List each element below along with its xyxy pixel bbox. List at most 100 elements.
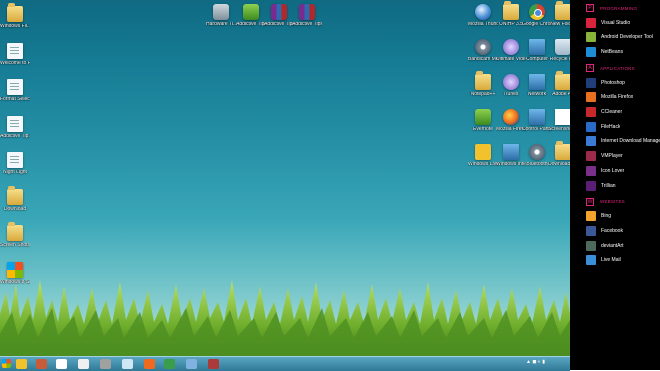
folder-icon xyxy=(7,222,23,241)
sidebar-item[interactable]: Visual Studio xyxy=(586,17,660,28)
desktop-shortcut[interactable]: Addictive Tips Wallpapers (1) xyxy=(264,4,294,28)
start-sidebar: P PROGRAMMING Visual Studio Android Develop… xyxy=(570,0,660,370)
shortcut-label: Evernote xyxy=(472,127,493,132)
shortcut-label: Addictive Tips Wallpapers (2) xyxy=(292,22,322,27)
sidebar-item[interactable]: VMPlayer xyxy=(586,151,660,162)
section-badge: W xyxy=(586,197,594,206)
desktop-shortcut[interactable]: Download Folder xyxy=(548,141,570,168)
sidebar-item[interactable]: FileHack xyxy=(586,121,660,132)
recycle-bin-icon xyxy=(555,39,570,55)
archive-icon xyxy=(243,4,259,20)
tool-icon xyxy=(213,4,229,20)
app-label: Mozilla Firefox xyxy=(601,94,634,101)
app-label: Visual Studio xyxy=(601,19,631,26)
desktop-shortcut[interactable]: Screenshot GB xyxy=(548,109,570,133)
taskbar-internet-button[interactable] xyxy=(186,359,197,369)
messenger-icon xyxy=(475,144,491,160)
desktop-shortcut[interactable]: Screen Shots GB xyxy=(0,222,30,249)
app-label: Photoshop xyxy=(601,79,625,86)
shortcut-label: Windows Fil... xyxy=(0,24,30,29)
taskbar-notepad-button[interactable] xyxy=(122,359,133,369)
desktop-shortcut[interactable]: Windows 8 Screen xyxy=(0,261,30,286)
app-icon xyxy=(586,107,596,117)
sidebar-item[interactable]: Mozilla Firefox xyxy=(586,92,660,103)
desktop-shortcut[interactable]: Notepad++ xyxy=(468,71,498,98)
section-badge: A xyxy=(586,64,594,73)
folder-icon xyxy=(475,71,491,90)
shortcut-label: Recycle Bin xyxy=(549,57,570,62)
app-icon xyxy=(586,255,596,266)
shortcut-label: Download xyxy=(3,206,27,212)
sidebar-item[interactable]: Live Mail xyxy=(586,255,660,266)
desktop-shortcut[interactable]: Addictive Tips Wallpapers (2) xyxy=(292,4,322,28)
shortcut-label: Hardware Ti... xyxy=(206,22,236,27)
document-icon xyxy=(7,115,23,132)
app-label: Internet Download Manage xyxy=(601,138,660,145)
desktop-shortcut[interactable]: Welcome to PowerPoint... xyxy=(0,42,30,67)
app-icon xyxy=(586,151,596,162)
app-icon xyxy=(586,46,596,57)
computer-icon xyxy=(503,144,519,160)
taskbar-library-button[interactable] xyxy=(36,359,47,369)
app-label: Trillian xyxy=(601,182,616,189)
folder-icon xyxy=(555,71,570,90)
app-icon xyxy=(586,121,596,132)
sidebar-item[interactable]: Photoshop xyxy=(586,77,660,88)
taskbar-mail-button[interactable] xyxy=(56,359,67,369)
folder-icon xyxy=(555,141,570,160)
shortcut-label: Format Selection.jpg xyxy=(0,97,30,102)
shortcut-label: Mozilla Thunderbird xyxy=(468,22,498,27)
sidebar-item[interactable]: Internet Download Manage xyxy=(586,136,660,147)
shortcut-label: Download Folder xyxy=(548,162,570,167)
taskbar-messenger-button[interactable] xyxy=(78,359,89,369)
desktop-shortcut[interactable]: Addictive Tips Wallpapers xyxy=(236,4,266,28)
system-tray[interactable]: ▲ ◼ ◐ ▮ xyxy=(526,359,545,365)
thunderbird-icon xyxy=(475,4,491,20)
shortcut-label: Addictive Tip... xyxy=(0,133,30,139)
shortcut-label: Screen Shots GB xyxy=(0,243,30,248)
computer-icon xyxy=(529,74,545,90)
desktop-shortcut[interactable]: Bandicam Media Player xyxy=(468,39,498,63)
desktop-shortcut[interactable]: Hardware Ti... xyxy=(206,4,236,28)
sidebar-item[interactable]: NetBeans xyxy=(586,46,660,57)
taskbar: ▲ ◼ ◐ ▮ xyxy=(0,356,570,371)
desktop-shortcut[interactable]: Windows Live xyxy=(468,144,498,168)
section-header-websites: W WEBSITES xyxy=(586,197,625,207)
desktop-shortcut[interactable]: Mozilla Thunderbird xyxy=(468,4,498,28)
desktop-shortcut[interactable]: Format Selection.jpg xyxy=(0,79,30,103)
section-header-applications: A APPLICATIONS xyxy=(586,63,635,73)
taskbar-firefox-button[interactable] xyxy=(144,359,155,369)
desktop-shortcut[interactable]: Windows Fil... xyxy=(0,3,30,30)
desktop: Windows Fil... Welcome to PowerPoint... Fo… xyxy=(0,0,570,356)
sidebar-item[interactable]: Facebook xyxy=(586,225,660,236)
app-label: Facebook xyxy=(601,227,623,234)
desktop-shortcut[interactable]: Addictive Tip... xyxy=(0,115,30,140)
rar-icon xyxy=(299,4,315,20)
section-title: APPLICATIONS xyxy=(600,65,635,71)
sidebar-item[interactable]: deviantArt xyxy=(586,240,660,251)
computer-icon xyxy=(529,39,545,55)
desktop-shortcut[interactable]: New Folder xyxy=(548,1,570,28)
taskbar-settings-button[interactable] xyxy=(208,359,219,369)
taskbar-explorer-button[interactable] xyxy=(16,359,27,369)
taskbar-chrome-button[interactable] xyxy=(164,359,175,369)
sidebar-item[interactable]: CCleaner xyxy=(586,107,660,118)
desktop-shortcut[interactable]: Adobe Air xyxy=(548,71,570,98)
sidebar-item[interactable]: Icon Lover xyxy=(586,165,660,176)
sidebar-item[interactable]: Android Developer Tool xyxy=(586,32,660,43)
desktop-shortcut[interactable]: Night Light xyxy=(0,152,30,176)
desktop-shortcut[interactable]: Download xyxy=(0,185,30,213)
desktop-shortcut[interactable]: Recycle Bin xyxy=(548,39,570,63)
gear-icon xyxy=(475,39,491,55)
media-icon xyxy=(503,39,519,55)
taskbar-media-button[interactable] xyxy=(100,359,111,369)
windows-logo-icon xyxy=(7,261,23,278)
shortcut-label: New Folder xyxy=(550,22,570,27)
desktop-shortcut[interactable]: Evernote xyxy=(468,109,498,133)
section-badge: P xyxy=(586,4,594,12)
sidebar-item[interactable]: Trillian xyxy=(586,180,660,191)
computer-icon xyxy=(529,109,545,125)
sidebar-item[interactable]: Bing xyxy=(586,211,660,222)
start-button[interactable] xyxy=(2,359,11,368)
app-icon xyxy=(586,136,596,147)
